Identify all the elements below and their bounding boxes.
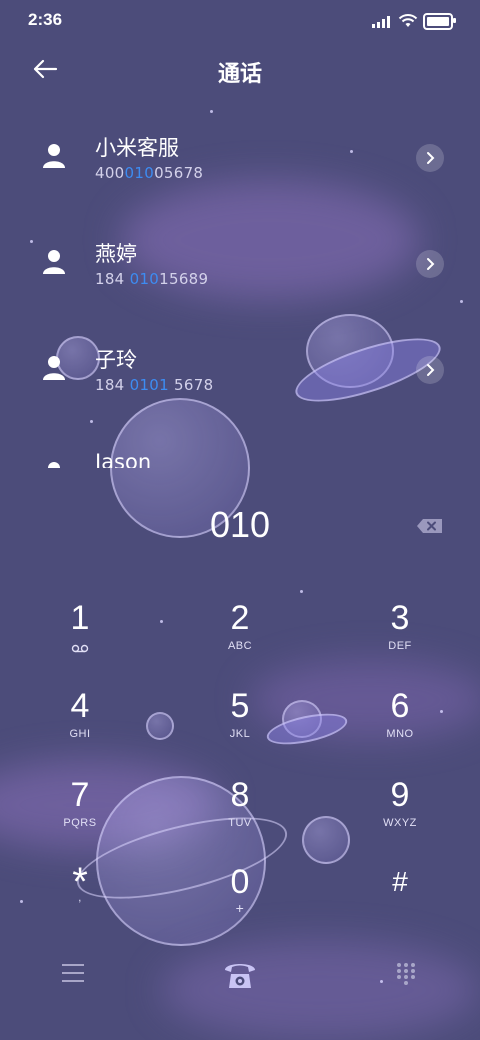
person-icon	[43, 250, 65, 274]
page-title: 通话	[217, 62, 262, 87]
app-header: 通话	[0, 42, 480, 100]
key-digit: 6	[390, 687, 410, 725]
menu-icon[interactable]	[62, 964, 84, 982]
contact-number: 40001005678	[95, 164, 204, 182]
key-digit: 2	[230, 599, 250, 637]
person-icon	[43, 144, 65, 168]
key-digit: #	[392, 866, 408, 897]
contact-row[interactable]: 子玲 184 0101 5678	[0, 316, 480, 422]
key-7[interactable]: 7 PQRS	[30, 775, 130, 855]
key-8[interactable]: 8 TUV	[190, 775, 290, 855]
key-hash[interactable]: #	[350, 862, 450, 942]
key-letters: GHI	[69, 728, 91, 740]
contact-number: 184 0101 5678	[95, 376, 214, 394]
key-letters: ABC	[227, 640, 253, 652]
person-icon	[43, 356, 65, 380]
chevron-right-icon	[427, 364, 435, 376]
key-letters: ,	[78, 892, 82, 904]
key-0[interactable]: 0 +	[190, 862, 290, 942]
key-letters: MNO	[386, 728, 414, 740]
person-icon	[48, 462, 60, 468]
chevron-right-icon	[427, 258, 435, 270]
bottom-bar	[0, 946, 480, 1002]
status-bar: 2:36	[0, 0, 480, 42]
key-letters: WXYZ	[383, 817, 417, 829]
cellular-signal-icon	[372, 14, 392, 28]
key-letters: TUV	[228, 817, 252, 829]
key-4[interactable]: 4 GHI	[30, 686, 130, 766]
wifi-icon	[398, 14, 418, 27]
key-1[interactable]: 1	[30, 598, 130, 678]
dialed-number: 010	[209, 504, 271, 545]
key-digit: 0	[230, 863, 250, 901]
key-5[interactable]: 5 JKL	[190, 686, 290, 766]
status-time: 2:36	[28, 10, 63, 29]
voicemail-icon	[71, 644, 89, 653]
call-icon[interactable]	[222, 958, 258, 990]
contact-name: 子玲	[95, 348, 137, 372]
key-letters: DEF	[388, 640, 412, 652]
key-2[interactable]: 2 ABC	[190, 598, 290, 678]
backspace-icon[interactable]	[416, 518, 444, 534]
key-digit: 7	[70, 776, 90, 814]
dialpad-icon[interactable]	[396, 962, 416, 986]
contact-suggestions: 小米客服 40001005678 燕婷 184 01015689 子玲 184 …	[0, 104, 480, 468]
contact-name: 燕婷	[95, 242, 137, 266]
battery-icon	[423, 13, 456, 30]
key-digit: 9	[390, 776, 410, 814]
contact-details-button[interactable]	[416, 356, 444, 384]
key-3[interactable]: 3 DEF	[350, 598, 450, 678]
contact-name: 小米客服	[95, 136, 179, 160]
key-letters: +	[235, 900, 245, 916]
key-star[interactable]: * ,	[30, 862, 130, 942]
key-letters: PQRS	[63, 817, 97, 829]
key-digit: 4	[70, 687, 90, 725]
key-9[interactable]: 9 WXYZ	[350, 775, 450, 855]
key-letters: JKL	[229, 728, 251, 740]
key-digit: 5	[230, 687, 250, 725]
contact-row[interactable]: 燕婷 184 01015689	[0, 210, 480, 316]
key-digit: 3	[390, 599, 410, 637]
contact-details-button[interactable]	[416, 144, 444, 172]
key-digit: 8	[230, 776, 250, 814]
contact-row[interactable]: 小米客服 40001005678	[0, 104, 480, 210]
key-6[interactable]: 6 MNO	[350, 686, 450, 766]
contact-number: 184 01015689	[95, 270, 209, 288]
dial-display: 010	[0, 488, 480, 568]
contact-row[interactable]: Jason	[0, 422, 480, 468]
chevron-right-icon	[427, 152, 435, 164]
contact-name: Jason	[95, 450, 152, 468]
key-digit: 1	[70, 599, 90, 637]
contact-details-button[interactable]	[416, 250, 444, 278]
